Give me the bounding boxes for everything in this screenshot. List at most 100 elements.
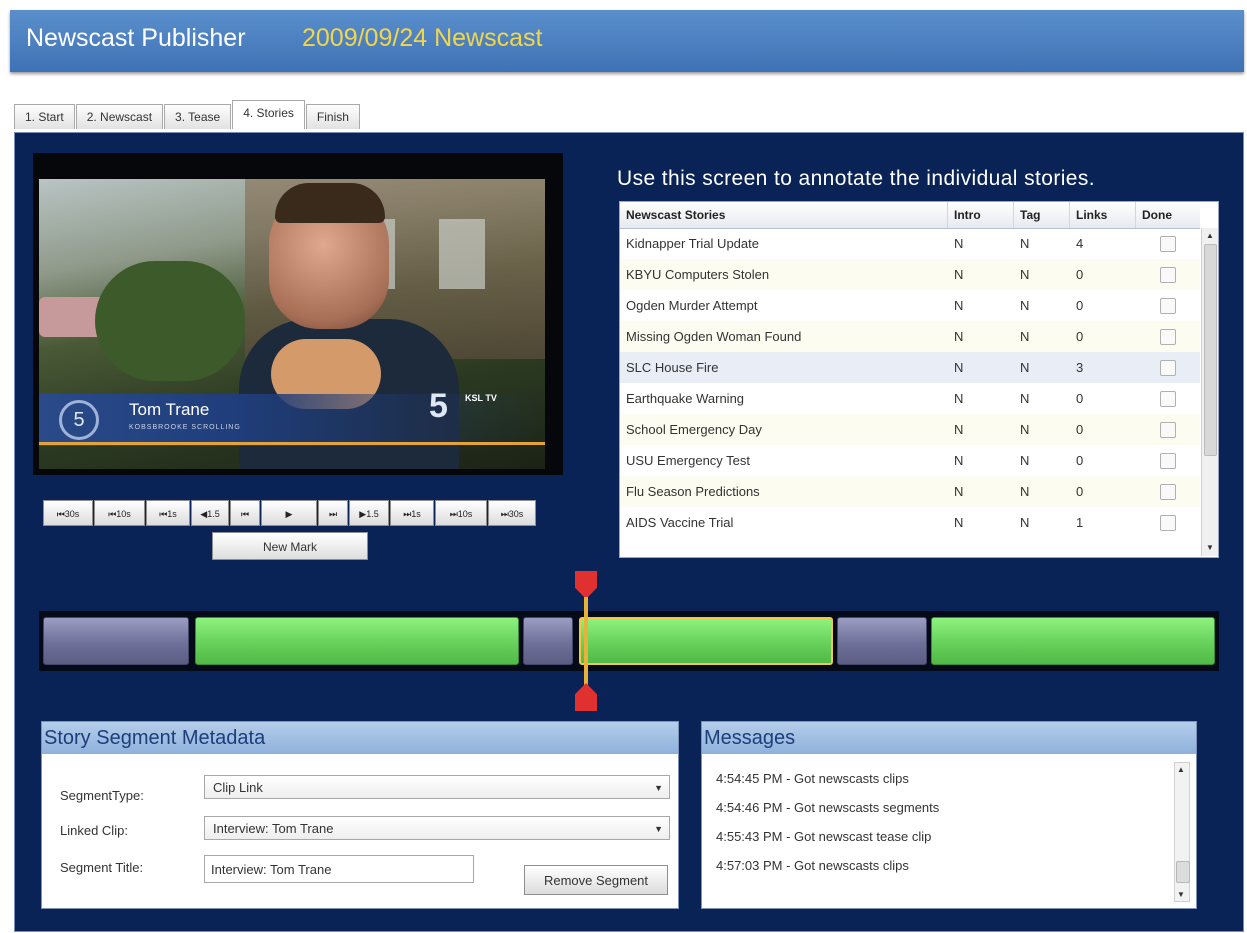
column-header-tag[interactable]: Tag (1014, 202, 1070, 228)
linked-clip-select[interactable]: Interview: Tom Trane ▼ (204, 816, 670, 840)
timeline-segment[interactable] (43, 617, 189, 665)
done-checkbox[interactable] (1160, 422, 1176, 438)
tab-stories[interactable]: 4. Stories (232, 100, 305, 129)
segment-type-select[interactable]: Clip Link ▼ (204, 775, 670, 799)
story-title: Kidnapper Trial Update (626, 236, 759, 251)
scroll-down-icon[interactable]: ▼ (1204, 542, 1216, 554)
message-item: 4:55:43 PM - Got newscast tease clip (716, 829, 932, 844)
story-title: School Emergency Day (626, 422, 762, 437)
video-frame-image: 5 Tom Trane KOBSBROOKE SCROLLING 5 KSL T… (39, 179, 545, 469)
video-window (439, 219, 485, 289)
done-checkbox[interactable] (1160, 360, 1176, 376)
column-header-intro[interactable]: Intro (948, 202, 1014, 228)
story-tag: N (1020, 329, 1030, 344)
scroll-up-icon[interactable]: ▲ (1177, 765, 1185, 774)
dropdown-arrow-icon[interactable]: ▼ (654, 817, 663, 841)
done-checkbox[interactable] (1160, 484, 1176, 500)
message-item: 4:54:46 PM - Got newscasts segments (716, 800, 940, 815)
forward-frames-button[interactable]: ▶1.5 (349, 500, 389, 526)
linked-clip-value: Interview: Tom Trane (213, 821, 334, 836)
linked-clip-label: Linked Clip: (60, 823, 128, 838)
done-checkbox[interactable] (1160, 329, 1176, 345)
done-checkbox[interactable] (1160, 391, 1176, 407)
scroll-down-icon[interactable]: ▼ (1177, 890, 1185, 899)
segment-timeline[interactable] (39, 611, 1219, 671)
story-tag: N (1020, 267, 1030, 282)
back-10s-button[interactable]: ⏮10s (94, 500, 145, 526)
segment-metadata-panel: Story Segment Metadata SegmentType: Clip… (41, 721, 679, 909)
back-1s-button[interactable]: ⏮1s (146, 500, 190, 526)
tab-tease[interactable]: 3. Tease (164, 104, 232, 129)
back-frames-button[interactable]: ◀1.5 (191, 500, 229, 526)
timeline-segment[interactable] (195, 617, 519, 665)
playhead-top-icon[interactable] (575, 571, 597, 599)
remove-segment-button[interactable]: Remove Segment (524, 865, 668, 895)
timeline-segment[interactable] (837, 617, 927, 665)
playhead-marker[interactable] (575, 571, 597, 711)
forward-1s-button[interactable]: ⏭1s (390, 500, 434, 526)
table-row[interactable]: School Emergency Day N N 0 (620, 414, 1200, 445)
story-tag: N (1020, 298, 1030, 313)
forward-30s-button[interactable]: ⏭30s (488, 500, 536, 526)
stories-grid[interactable]: Newscast Stories Intro Tag Links Done Ki… (619, 201, 1219, 558)
story-intro: N (954, 515, 964, 530)
video-person-hair (275, 183, 385, 223)
done-checkbox[interactable] (1160, 298, 1176, 314)
step-back-button[interactable]: ⏮ (230, 500, 260, 526)
dropdown-arrow-icon[interactable]: ▼ (654, 776, 663, 800)
forward-10s-button[interactable]: ⏭10s (435, 500, 487, 526)
play-button[interactable]: ▶ (261, 500, 317, 526)
tab-finish[interactable]: Finish (305, 104, 360, 129)
segment-title-input[interactable]: Interview: Tom Trane (204, 855, 474, 883)
table-row[interactable]: Kidnapper Trial Update N N 4 (620, 228, 1200, 259)
done-checkbox[interactable] (1160, 267, 1176, 283)
done-checkbox[interactable] (1160, 515, 1176, 531)
table-row[interactable]: USU Emergency Test N N 0 (620, 445, 1200, 476)
table-row[interactable]: KBYU Computers Stolen N N 0 (620, 259, 1200, 290)
story-links: 0 (1076, 329, 1084, 344)
done-checkbox[interactable] (1160, 236, 1176, 252)
message-item: 4:57:03 PM - Got newscasts clips (716, 858, 909, 873)
story-intro: N (954, 298, 964, 313)
column-header-links[interactable]: Links (1070, 202, 1136, 228)
story-links: 0 (1076, 484, 1084, 499)
table-row[interactable]: AIDS Vaccine Trial N N 1 (620, 507, 1200, 538)
timeline-segment-selected[interactable] (579, 617, 833, 665)
column-header-title[interactable]: Newscast Stories (620, 202, 948, 228)
story-links: 0 (1076, 391, 1084, 406)
table-row-selected[interactable]: SLC House Fire N N 3 (620, 352, 1200, 383)
story-links: 1 (1076, 515, 1084, 530)
grid-scrollbar[interactable]: ▲ ▼ (1201, 228, 1218, 556)
lower-third-name: Tom Trane (129, 400, 210, 419)
story-tag: N (1020, 422, 1030, 437)
table-row[interactable]: Missing Ogden Woman Found N N 0 (620, 321, 1200, 352)
new-mark-button[interactable]: New Mark (212, 532, 368, 560)
story-tag: N (1020, 453, 1030, 468)
playhead-bottom-icon[interactable] (575, 683, 597, 711)
table-row[interactable]: Flu Season Predictions N N 0 (620, 476, 1200, 507)
story-title: Missing Ogden Woman Found (626, 329, 802, 344)
scroll-up-icon[interactable]: ▲ (1204, 230, 1216, 242)
story-intro: N (954, 236, 964, 251)
tab-start[interactable]: 1. Start (14, 104, 75, 129)
back-30s-button[interactable]: ⏮30s (43, 500, 93, 526)
messages-panel: Messages 4:54:45 PM - Got newscasts clip… (701, 721, 1197, 909)
column-header-done[interactable]: Done (1136, 202, 1200, 228)
table-row[interactable]: Ogden Murder Attempt N N 0 (620, 290, 1200, 321)
station-number: 5 (429, 387, 448, 425)
story-title: SLC House Fire (626, 360, 719, 375)
table-row[interactable]: Earthquake Warning N N 0 (620, 383, 1200, 414)
done-checkbox[interactable] (1160, 453, 1176, 469)
step-forward-button[interactable]: ⏭ (318, 500, 348, 526)
timeline-segment[interactable] (523, 617, 573, 665)
video-player[interactable]: 5 Tom Trane KOBSBROOKE SCROLLING 5 KSL T… (33, 153, 563, 475)
tab-newscast[interactable]: 2. Newscast (75, 104, 164, 129)
story-title: Ogden Murder Attempt (626, 298, 758, 313)
story-title: USU Emergency Test (626, 453, 751, 468)
story-intro: N (954, 391, 964, 406)
messages-scrollbar[interactable]: ▲ ▼ (1174, 762, 1190, 902)
scroll-thumb[interactable] (1204, 244, 1217, 456)
timeline-segment[interactable] (931, 617, 1215, 665)
scroll-thumb[interactable] (1176, 861, 1190, 883)
station-bug: 5 KSL TV (429, 387, 505, 437)
